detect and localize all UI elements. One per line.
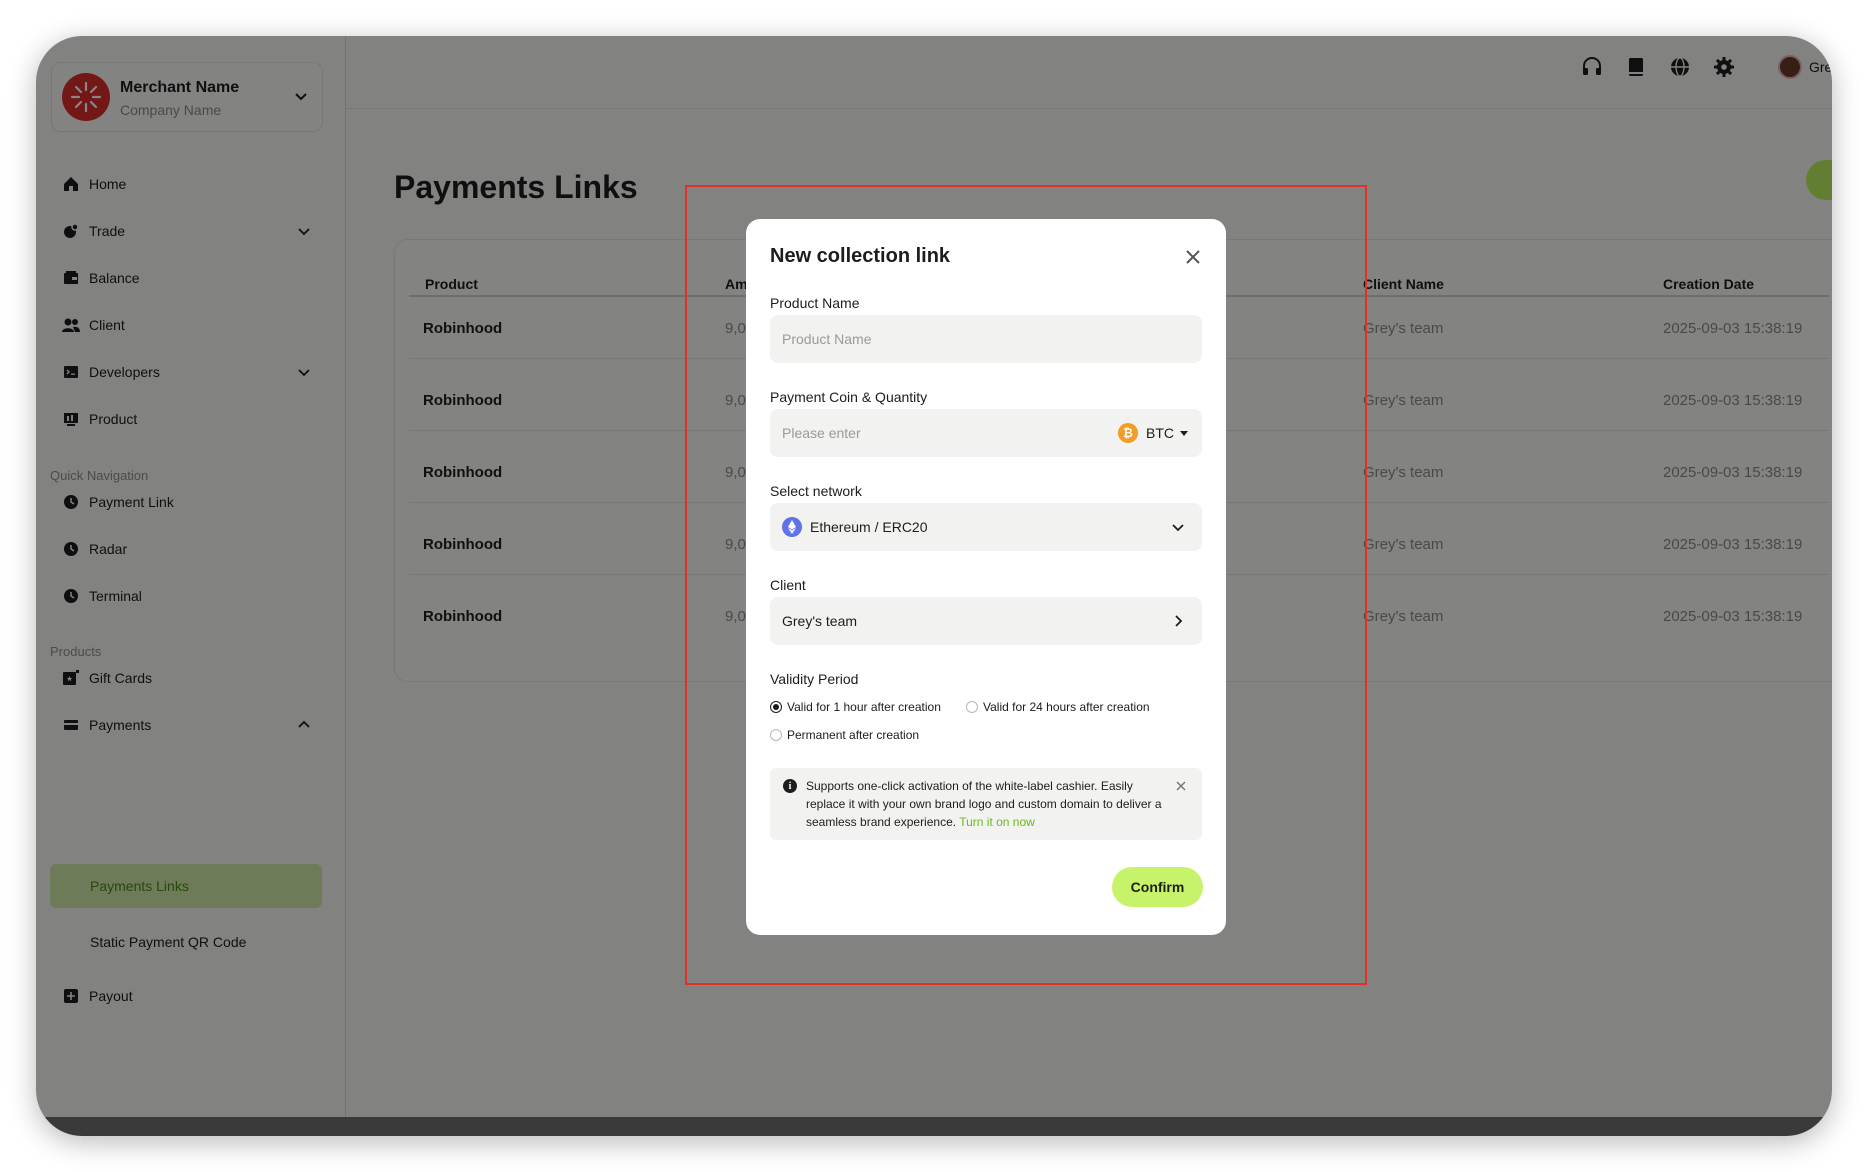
validity-period-label: Validity Period (770, 671, 859, 687)
validity-option-24-hours[interactable]: Valid for 24 hours after creation (966, 700, 1150, 714)
network-label: Select network (770, 483, 862, 499)
app-frame: Merchant Name Company Name Home Trade Ba… (36, 36, 1832, 1136)
coin-quantity-field: ₿ BTC (770, 409, 1202, 457)
chevron-down-icon (1172, 524, 1184, 532)
turn-on-link[interactable]: Turn it on now (959, 815, 1035, 829)
close-icon[interactable] (1183, 247, 1203, 267)
app: Merchant Name Company Name Home Trade Ba… (36, 36, 1832, 1117)
client-label: Client (770, 577, 806, 593)
radio-label: Permanent after creation (787, 728, 920, 742)
bottom-bar (36, 1117, 1832, 1136)
ethereum-icon (782, 517, 802, 537)
radio-selected (770, 701, 782, 713)
radio-unselected (966, 701, 978, 713)
radio-unselected (770, 729, 782, 741)
quantity-input[interactable] (782, 409, 1082, 457)
chevron-right-icon (1175, 615, 1183, 627)
coin-quantity-label: Payment Coin & Quantity (770, 389, 928, 405)
caret-down-icon (1180, 430, 1188, 436)
validity-option-permanent[interactable]: Permanent after creation (770, 728, 919, 742)
new-collection-link-dialog: New collection link Product Name Payment… (746, 219, 1226, 935)
white-label-notice: i Supports one-click activation of the w… (770, 768, 1202, 840)
coin-label: BTC (1146, 425, 1174, 441)
client-value: Grey's team (782, 613, 858, 629)
dialog-title: New collection link (770, 245, 951, 267)
confirm-button[interactable]: Confirm (1112, 867, 1203, 907)
product-name-field (770, 315, 1202, 363)
radio-label: Valid for 24 hours after creation (983, 700, 1150, 714)
coin-selector[interactable]: ₿ BTC (1118, 423, 1188, 443)
client-select[interactable]: Grey's team (770, 597, 1202, 645)
network-select[interactable]: Ethereum / ERC20 (770, 503, 1202, 551)
radio-label: Valid for 1 hour after creation (787, 700, 941, 714)
notice-text: Supports one-click activation of the whi… (806, 777, 1164, 831)
info-icon: i (783, 779, 797, 793)
close-icon[interactable] (1174, 779, 1188, 793)
validity-option-1-hour[interactable]: Valid for 1 hour after creation (770, 700, 941, 714)
product-name-input[interactable] (782, 315, 1082, 363)
product-name-label: Product Name (770, 295, 860, 311)
network-value: Ethereum / ERC20 (810, 519, 928, 535)
bitcoin-icon: ₿ (1118, 423, 1138, 443)
